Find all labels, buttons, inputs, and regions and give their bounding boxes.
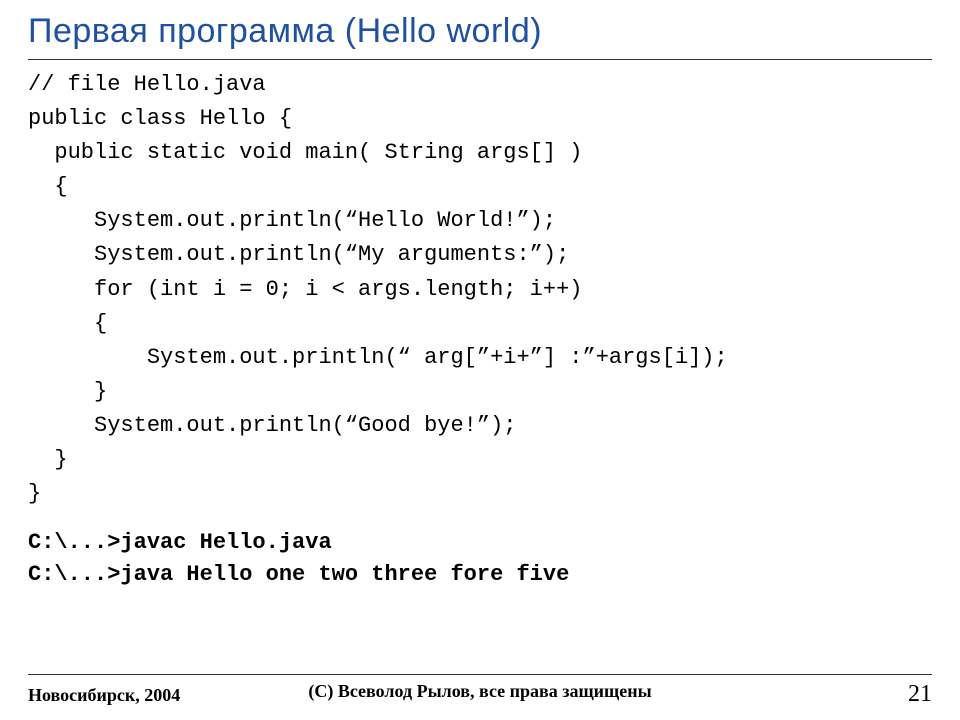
footer: Новосибирск, 2004 (С) Всеволод Рылов, вс…	[28, 674, 932, 708]
code-line: {	[28, 174, 68, 199]
code-line: // file Hello.java	[28, 72, 266, 97]
code-block: // file Hello.java public class Hello { …	[28, 68, 932, 511]
code-line: }	[28, 481, 41, 506]
code-line: }	[28, 379, 107, 404]
code-line: System.out.println(“My arguments:”);	[28, 242, 569, 267]
slide: Первая программа (Hello world) // file H…	[0, 0, 960, 720]
title-bar: Первая программа (Hello world)	[28, 0, 932, 60]
page-number: 21	[908, 681, 932, 708]
code-line: public static void main( String args[] )	[28, 140, 583, 165]
command-line: C:\...>javac Hello.java	[28, 530, 332, 555]
code-line: public class Hello {	[28, 106, 292, 131]
code-line: }	[28, 447, 68, 472]
code-line: System.out.println(“Good bye!”);	[28, 413, 516, 438]
code-line: for (int i = 0; i < args.length; i++)	[28, 277, 583, 302]
command-block: C:\...>javac Hello.java C:\...>java Hell…	[28, 527, 932, 591]
slide-title: Первая программа (Hello world)	[28, 12, 932, 51]
code-line: System.out.println(“Hello World!”);	[28, 208, 556, 233]
footer-copyright: (С) Всеволод Рылов, все права защищены	[308, 681, 651, 702]
code-line: System.out.println(“ arg[”+i+”] :”+args[…	[28, 345, 728, 370]
footer-location: Новосибирск, 2004	[28, 685, 180, 706]
code-line: {	[28, 311, 107, 336]
command-line: C:\...>java Hello one two three fore fiv…	[28, 562, 569, 587]
